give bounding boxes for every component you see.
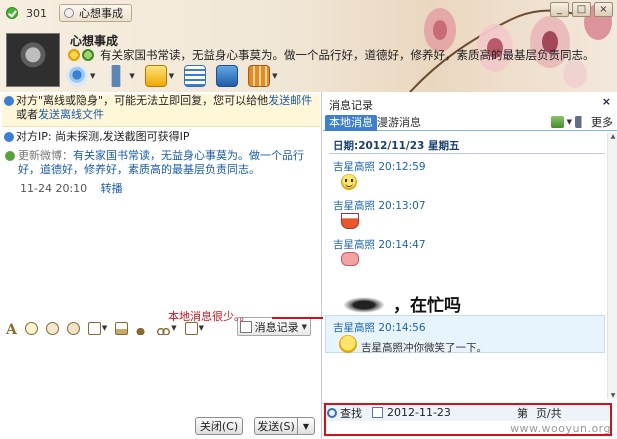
tab-local-messages[interactable]: 本地消息 bbox=[325, 115, 377, 131]
chevron-down-icon[interactable]: ▼ bbox=[199, 324, 204, 332]
message-list-button[interactable] bbox=[184, 65, 207, 87]
send-email-link[interactable]: 发送邮件 bbox=[268, 94, 312, 107]
watermark: www.wooyun.org bbox=[510, 422, 611, 435]
contact-tab[interactable]: 心想事成 bbox=[59, 4, 132, 22]
chevron-down-icon[interactable]: ▼ bbox=[302, 323, 307, 331]
buddy-badges bbox=[68, 49, 94, 61]
send-options-button[interactable]: ▼ bbox=[297, 417, 315, 435]
message-history-label: 消息记录 bbox=[254, 320, 299, 334]
send-button[interactable]: 发送(S) bbox=[254, 417, 298, 435]
offline-notice-text: 对方"离线或隐身"，可能无法立即回复，您可以给他 bbox=[16, 94, 269, 107]
video-call-button[interactable]: ▼ bbox=[66, 65, 95, 87]
camera-icon bbox=[66, 65, 88, 87]
header-topbar: 301 心想事成 bbox=[0, 3, 132, 23]
close-button[interactable]: 关闭(C) bbox=[195, 417, 243, 435]
emoji-icon[interactable] bbox=[24, 321, 38, 335]
weibo-update: 更新微博：有关家国书常读，无益身心事莫为。做一个品行好，道德好，修养好，素质高的… bbox=[4, 149, 316, 196]
date-divider bbox=[329, 153, 605, 154]
message-header: 吉星高照 20:14:56 bbox=[333, 322, 426, 334]
file-transfer-icon bbox=[144, 65, 167, 87]
message-header: 吉星高照 20:14:47 bbox=[333, 239, 426, 251]
online-status-icon[interactable] bbox=[6, 7, 18, 19]
chevron-down-icon[interactable]: ▼ bbox=[129, 72, 134, 80]
contacts-icon[interactable] bbox=[550, 116, 564, 128]
redacted-blot bbox=[343, 297, 385, 313]
edit-icon[interactable] bbox=[87, 321, 101, 335]
buddy-avatar[interactable] bbox=[6, 33, 60, 87]
tab-roaming-messages[interactable]: 漫游消息 bbox=[373, 115, 425, 131]
speaker-icon[interactable] bbox=[575, 116, 588, 128]
repost-link[interactable]: 转播 bbox=[101, 182, 123, 195]
contact-status-icon bbox=[64, 8, 74, 18]
chevron-down-icon[interactable]: ▼ bbox=[171, 324, 176, 332]
remote-desktop-icon bbox=[216, 65, 239, 87]
music-icon[interactable] bbox=[136, 321, 150, 335]
magic-face-icon[interactable] bbox=[66, 321, 80, 335]
message-header: 吉星高照 20:13:07 bbox=[333, 200, 426, 212]
remote-desktop-button[interactable] bbox=[216, 65, 239, 87]
font-icon[interactable]: A bbox=[6, 322, 17, 338]
chevron-down-icon[interactable]: ▼ bbox=[90, 72, 95, 80]
scroll-up-icon[interactable]: ▲ bbox=[609, 133, 617, 140]
close-window-button[interactable]: × bbox=[594, 2, 613, 17]
message-list-icon bbox=[184, 65, 207, 87]
chevron-down-icon[interactable]: ▼ bbox=[169, 72, 174, 80]
chat-window-header: 301 心想事成 _ □ × 心想事成 有关家国书常读，无益身心事莫为。做一个品… bbox=[0, 0, 617, 92]
apps-button[interactable]: ▼ bbox=[248, 65, 278, 87]
chevron-down-icon[interactable]: ▼ bbox=[102, 324, 107, 332]
offline-notice: 对方"离线或隐身"，可能无法立即回复，您可以给他发送邮件或者发送离线文件 bbox=[2, 94, 320, 127]
qq-number: 301 bbox=[26, 6, 47, 20]
star-badge-icon[interactable] bbox=[68, 49, 80, 61]
close-history-icon[interactable]: × bbox=[602, 95, 611, 108]
message-header: 吉星高照 20:12:59 bbox=[333, 161, 426, 173]
chat-pane: 对方"离线或隐身"，可能无法立即回复，您可以给他发送邮件或者发送离线文件 对方I… bbox=[0, 92, 322, 439]
maximize-button[interactable]: □ bbox=[572, 2, 591, 17]
history-title: 消息记录 bbox=[329, 99, 373, 112]
wave-emoji-icon bbox=[339, 335, 357, 353]
annotation-text: 本地消息很少。。 bbox=[168, 310, 251, 323]
gift-icon[interactable] bbox=[45, 321, 59, 335]
image-icon[interactable] bbox=[115, 321, 129, 335]
microphone-icon bbox=[105, 65, 128, 87]
scroll-down-icon[interactable]: ▼ bbox=[609, 392, 617, 399]
send-offline-file-link[interactable]: 发送离线文件 bbox=[38, 108, 104, 121]
offline-notice-or: 或者 bbox=[16, 108, 38, 121]
buddy-signature: 有关家国书常读，无益身心事莫为。做一个品行好，道德好，修养好，素质高的最基层负责… bbox=[100, 48, 595, 62]
input-format-toolbar: A ▼ ▼ ▼ 消息记录 ▼ bbox=[0, 317, 321, 339]
info-icon bbox=[4, 96, 14, 106]
annotation-line bbox=[272, 317, 324, 319]
history-scrollbar[interactable]: ▲ ▼ bbox=[607, 133, 617, 399]
minimize-button[interactable]: _ bbox=[550, 2, 569, 17]
ip-notice: 对方IP: 尚未探测,发送截图可获得IP bbox=[2, 130, 320, 144]
smile-emoji-icon bbox=[341, 174, 357, 190]
contact-tab-label: 心想事成 bbox=[79, 7, 123, 20]
weibo-label: 更新微博： bbox=[18, 149, 73, 162]
history-tools: ▼ 更多 bbox=[550, 114, 613, 130]
info-icon bbox=[4, 132, 14, 142]
send-file-button[interactable]: ▼ bbox=[144, 65, 174, 87]
large-message-content: ，在忙吗 bbox=[393, 296, 461, 316]
message-history-pane: 消息记录 × 本地消息 漫游消息 ▼ 更多 日期:2012/11/23 星期五 … bbox=[323, 92, 617, 439]
chat-toolbar: ▼ ▼ ▼ ▼ bbox=[66, 65, 278, 87]
chevron-down-icon[interactable]: ▼ bbox=[567, 118, 572, 126]
ip-notice-text: 对方IP: 尚未探测,发送截图可获得IP bbox=[16, 130, 190, 143]
message-history-list: 日期:2012/11/23 星期五 吉星高照 20:12:59 吉星高照 20:… bbox=[323, 133, 607, 399]
weibo-meta: 11-24 20:10 转播 bbox=[18, 182, 316, 196]
tea-emoji-icon bbox=[341, 213, 359, 229]
weibo-badge-icon[interactable] bbox=[82, 49, 94, 61]
weibo-icon bbox=[5, 151, 15, 161]
pig-emoji-icon bbox=[341, 252, 359, 266]
weibo-time: 11-24 20:10 bbox=[20, 182, 88, 195]
history-date: 日期:2012/11/23 星期五 bbox=[333, 140, 460, 152]
voice-call-button[interactable]: ▼ bbox=[105, 65, 135, 87]
app-grid-icon bbox=[248, 65, 271, 87]
message-input[interactable] bbox=[0, 340, 321, 406]
large-message-text: ，在忙吗 bbox=[343, 291, 461, 316]
nudge-message: 吉星高照冲你微笑了一下。 bbox=[361, 342, 487, 354]
window-controls: _ □ × bbox=[550, 2, 613, 17]
more-button[interactable]: 更多 bbox=[591, 114, 613, 130]
chevron-down-icon[interactable]: ▼ bbox=[272, 72, 277, 80]
